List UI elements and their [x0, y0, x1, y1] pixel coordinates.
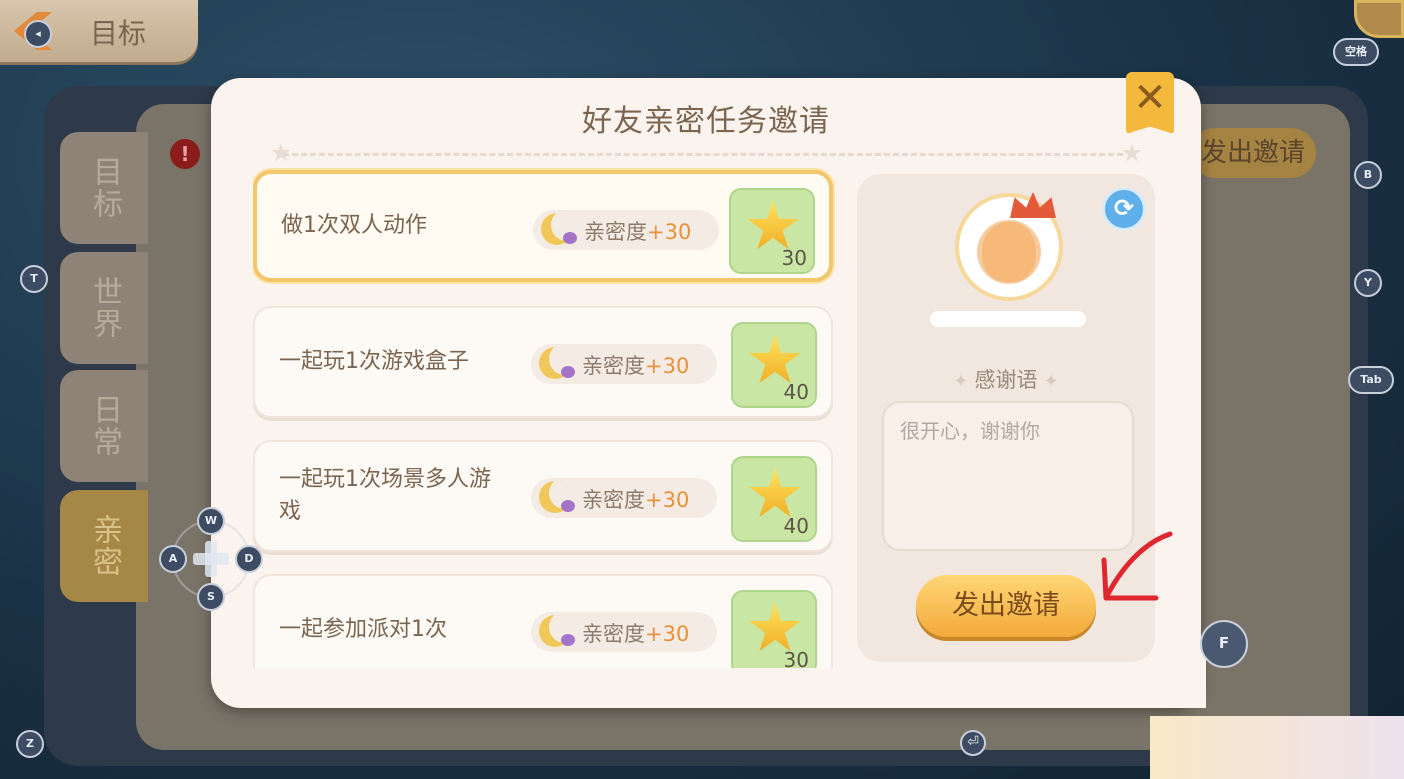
reward-count: 40 — [783, 380, 809, 404]
bow-icon — [561, 500, 575, 512]
key-hint-z: Z — [16, 730, 44, 758]
bow-icon — [561, 634, 575, 646]
friend-name-redacted — [930, 311, 1086, 327]
task-name: 一起玩1次场景多人游戏 — [279, 467, 491, 524]
task-item[interactable]: 一起参加派对1次 亲密度+30 30 — [253, 574, 833, 668]
intimacy-value: +30 — [645, 488, 690, 512]
refresh-icon[interactable]: ⟳ — [1102, 187, 1146, 231]
watermark-logo — [1150, 716, 1404, 779]
thanks-heading: ✦ 感谢语 ✦ — [857, 364, 1155, 394]
key-hint-f: F — [1200, 620, 1248, 668]
player-avatar[interactable] — [1354, 0, 1404, 38]
intimacy-value: +30 — [645, 354, 690, 378]
task-list[interactable]: 做1次双人动作 亲密度+30 30 一起玩1次游戏盒子 亲密度+30 40 一起… — [253, 168, 838, 668]
intimacy-label: 亲密度 — [584, 220, 647, 244]
alert-icon: ! — [170, 139, 200, 169]
key-hint-d: D — [235, 545, 263, 573]
intimacy-value: +30 — [645, 622, 690, 646]
intimacy-badge: 亲密度+30 — [533, 210, 719, 250]
key-hint-a: A — [159, 545, 187, 573]
sparkle-icon: ✦ — [953, 371, 969, 392]
key-hint-t: T — [20, 265, 48, 293]
red-arrow-annotation — [1101, 531, 1173, 601]
task-name: 一起参加派对1次 — [279, 617, 447, 642]
task-item[interactable]: 做1次双人动作 亲密度+30 30 — [253, 170, 833, 282]
reward-count: 40 — [783, 514, 809, 538]
key-hint-enter: ⏎ — [960, 730, 986, 756]
friend-avatar-face — [982, 222, 1036, 282]
intimacy-label: 亲密度 — [582, 354, 645, 378]
close-button[interactable]: ✕ — [1126, 72, 1174, 134]
intimacy-value: +30 — [647, 220, 692, 244]
intimacy-label: 亲密度 — [582, 622, 645, 646]
thanks-label: 感谢语 — [974, 368, 1038, 392]
reward-count: 30 — [783, 648, 809, 668]
side-tab-daily[interactable]: 日常 — [60, 370, 148, 482]
key-hint-w: W — [197, 507, 225, 535]
title-divider — [283, 153, 1123, 156]
send-invite-button[interactable]: 发出邀请 — [916, 575, 1096, 637]
dialog-title: 好友亲密任务邀请 — [582, 104, 830, 139]
task-name: 做1次双人动作 — [281, 213, 427, 238]
key-hint-s: S — [197, 583, 225, 611]
key-hint-back: ◂ — [24, 20, 52, 48]
side-tab-world[interactable]: 世界 — [60, 252, 148, 364]
intimacy-label: 亲密度 — [582, 488, 645, 512]
reward-box: 40 — [731, 322, 817, 408]
reward-box: 30 — [729, 188, 815, 274]
key-hint-b: B — [1354, 161, 1382, 189]
sparkle-icon: ✦ — [1043, 371, 1059, 392]
reward-box: 40 — [731, 456, 817, 542]
dpad-icon[interactable] — [193, 541, 229, 577]
key-hint-y: Y — [1354, 269, 1382, 297]
task-item[interactable]: 一起玩1次游戏盒子 亲密度+30 40 — [253, 306, 833, 418]
intimacy-badge: 亲密度+30 — [531, 344, 717, 384]
reward-count: 30 — [781, 246, 807, 270]
key-hint-space: 空格 — [1333, 38, 1379, 66]
task-name: 一起玩1次游戏盒子 — [279, 349, 469, 374]
key-hint-tab: Tab — [1348, 366, 1394, 394]
close-icon[interactable]: ✕ — [1133, 78, 1167, 118]
top-bar-title: 目标 — [90, 17, 147, 50]
reward-box: 30 — [731, 590, 817, 668]
task-item[interactable]: 一起玩1次场景多人游戏 亲密度+30 40 — [253, 440, 833, 552]
bow-icon — [561, 366, 575, 378]
bow-icon — [563, 232, 577, 244]
side-tab-intimacy[interactable]: 亲密 — [60, 490, 148, 602]
intimacy-badge: 亲密度+30 — [531, 612, 717, 652]
side-tab-goal[interactable]: 目标 — [60, 132, 148, 244]
intimacy-badge: 亲密度+30 — [531, 478, 717, 518]
